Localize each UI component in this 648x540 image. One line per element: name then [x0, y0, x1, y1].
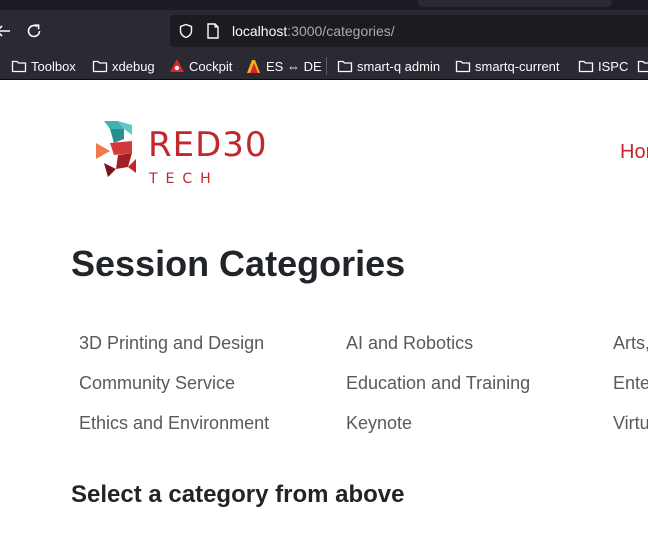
category-link-community-service[interactable]: Community Service: [79, 373, 235, 394]
bookmark-cockpit[interactable]: Cockpit: [169, 57, 232, 75]
url-path: :3000/categories/: [287, 23, 395, 39]
page-info-icon[interactable]: [206, 23, 220, 39]
site-logo[interactable]: RED30 TECH: [94, 119, 274, 189]
category-link-virtual[interactable]: Virtu: [613, 413, 648, 434]
category-link-ethics-environment[interactable]: Ethics and Environment: [79, 413, 269, 434]
logo-wordmark: RED30: [148, 125, 268, 165]
bookmark-overflow-folder[interactable]: [637, 57, 648, 75]
tracking-protection-shield-icon[interactable]: [178, 23, 194, 39]
bookmark-label: xdebug: [112, 58, 155, 74]
folder-icon: [637, 60, 648, 73]
bookmark-smartq-current[interactable]: smartq-current: [455, 57, 560, 75]
category-link-arts[interactable]: Arts,: [613, 333, 648, 354]
bookmark-toolbox[interactable]: Toolbox: [11, 57, 76, 75]
category-grid: 3D Printing and Design AI and Robotics A…: [79, 333, 648, 453]
folder-icon: [337, 60, 353, 73]
bookmark-label: smart-q admin: [357, 58, 441, 74]
url-text[interactable]: localhost:3000/categories/: [232, 23, 395, 39]
address-bar[interactable]: localhost:3000/categories/: [170, 15, 648, 47]
logo-mark-icon: [96, 121, 136, 177]
category-link-keynote[interactable]: Keynote: [346, 413, 412, 434]
reload-icon[interactable]: [25, 22, 43, 40]
bookmark-ispc[interactable]: ISPC: [578, 57, 628, 75]
folder-icon: [11, 60, 27, 73]
bookmark-separator: [326, 57, 327, 75]
folder-icon: [92, 60, 108, 73]
category-link-ai-robotics[interactable]: AI and Robotics: [346, 333, 473, 354]
web-page: RED30 TECH Hor Session Categories 3D Pri…: [0, 81, 648, 540]
category-link-education-training[interactable]: Education and Training: [346, 373, 530, 394]
folder-icon: [578, 60, 594, 73]
bookmarks-toolbar: Toolbox xdebug Cockpit ES ⇔ DE smart-q a…: [0, 52, 648, 80]
bookmark-label: ES ⇔ DE: [266, 58, 322, 74]
back-arrow-icon[interactable]: [0, 22, 12, 40]
url-host: localhost: [232, 23, 288, 39]
logo-subtitle: TECH: [149, 171, 219, 187]
nav-link-home[interactable]: Hor: [620, 141, 648, 164]
bookmark-smart-q-admin[interactable]: smart-q admin: [337, 57, 440, 75]
page-title: Session Categories: [71, 243, 406, 284]
bookmark-label: ISPC: [598, 58, 629, 74]
bookmark-label: Cockpit: [189, 58, 233, 74]
translate-icon: [247, 60, 260, 73]
bookmark-label: Toolbox: [31, 58, 76, 74]
navigation-toolbar: localhost:3000/categories/: [0, 10, 648, 52]
category-link-entertainment[interactable]: Ente: [613, 373, 648, 394]
bookmark-label: smartq-current: [475, 58, 560, 74]
cockpit-icon: [170, 59, 184, 72]
bookmark-xdebug[interactable]: xdebug: [92, 57, 155, 75]
select-category-heading: Select a category from above: [71, 481, 405, 508]
bookmark-es-de[interactable]: ES ⇔ DE: [246, 57, 322, 75]
category-link-3d-printing[interactable]: 3D Printing and Design: [79, 333, 264, 354]
folder-icon: [455, 60, 471, 73]
active-tab[interactable]: [418, 0, 612, 7]
tab-strip: [0, 0, 648, 10]
